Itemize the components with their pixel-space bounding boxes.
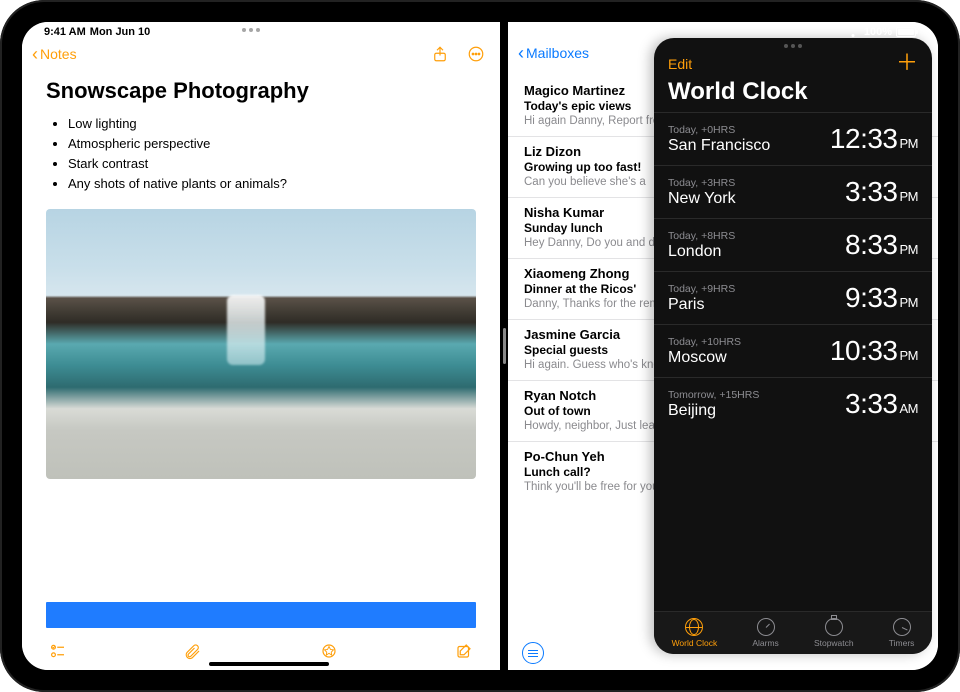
clock-city: Moscow — [668, 349, 741, 367]
clock-offset: Today, +9HRS — [668, 283, 735, 295]
clock-row[interactable]: Today, +8HRSLondon 8:33PM — [654, 218, 932, 271]
globe-icon — [685, 618, 703, 636]
attach-icon[interactable] — [183, 642, 203, 660]
list-item: Any shots of native plants or animals? — [68, 174, 476, 194]
status-bar-right: 100% — [846, 26, 916, 38]
clock-time: 9:33PM — [845, 282, 918, 314]
wifi-icon — [846, 27, 860, 37]
status-time: 9:41 AM — [44, 26, 86, 38]
tab-alarms[interactable]: Alarms — [752, 618, 778, 648]
status-bar-left: 9:41 AM Mon Jun 10 — [44, 26, 150, 38]
tab-stopwatch[interactable]: Stopwatch — [814, 618, 854, 648]
battery-text: 100% — [864, 26, 892, 38]
clock-offset: Today, +3HRS — [668, 177, 736, 189]
home-indicator[interactable] — [209, 662, 329, 666]
clock-city: Paris — [668, 296, 735, 314]
checklist-icon[interactable] — [48, 642, 68, 660]
clock-city: New York — [668, 190, 736, 208]
share-icon[interactable] — [430, 44, 450, 64]
clock-tabbar: World Clock Alarms Stopwatch Timers — [654, 611, 932, 654]
clock-time: 10:33PM — [830, 335, 918, 367]
clock-row[interactable]: Today, +9HRSParis 9:33PM — [654, 271, 932, 324]
tab-label: Stopwatch — [814, 638, 854, 648]
compose-icon[interactable] — [454, 642, 474, 660]
note-content[interactable]: Snowscape Photography Low lighting Atmos… — [22, 70, 500, 590]
tab-world-clock[interactable]: World Clock — [672, 618, 718, 648]
battery-icon — [896, 27, 916, 37]
chevron-left-icon: ‹ — [32, 45, 38, 63]
clock-row[interactable]: Today, +0HRSSan Francisco 12:33PM — [654, 112, 932, 165]
more-icon[interactable] — [466, 44, 486, 64]
list-item: Low lighting — [68, 114, 476, 134]
filter-icon[interactable] — [522, 642, 544, 664]
clock-city: San Francisco — [668, 137, 770, 155]
notes-back-button[interactable]: ‹ Notes — [32, 45, 77, 63]
clock-slideover: Edit ＋ World Clock Today, +0HRSSan Franc… — [654, 38, 932, 654]
ipad-frame: 9:41 AM Mon Jun 10 100% ‹ Notes — [0, 0, 960, 692]
multitask-dots-left[interactable] — [242, 28, 260, 32]
clock-time: 3:33PM — [845, 176, 918, 208]
world-clock-list[interactable]: Today, +0HRSSan Francisco12:33PMToday, +… — [654, 112, 932, 611]
chevron-left-icon: ‹ — [518, 44, 524, 62]
clock-row[interactable]: Today, +10HRSMoscow 10:33PM — [654, 324, 932, 377]
clock-offset: Today, +0HRS — [668, 124, 770, 136]
notes-back-label: Notes — [40, 46, 77, 62]
clock-city: London — [668, 243, 735, 261]
timer-icon — [893, 618, 911, 636]
note-title: Snowscape Photography — [46, 78, 476, 104]
tab-timers[interactable]: Timers — [889, 618, 915, 648]
mail-back-button[interactable]: ‹ Mailboxes — [518, 44, 589, 62]
notes-pane: ‹ Notes Snowscape Photography Low lighti… — [22, 22, 500, 670]
slideover-handle[interactable] — [784, 44, 802, 48]
mail-pane: ‹ Mailboxes Magico MartinezToday's epic … — [508, 22, 938, 670]
list-item: Stark contrast — [68, 154, 476, 174]
mail-back-label: Mailboxes — [526, 45, 589, 61]
status-date: Mon Jun 10 — [90, 26, 151, 38]
clock-time: 8:33PM — [845, 229, 918, 261]
note-bullet-list: Low lighting Atmospheric perspective Sta… — [46, 114, 476, 195]
markup-icon[interactable] — [319, 642, 339, 660]
sw-icon — [825, 618, 843, 636]
screen: 9:41 AM Mon Jun 10 100% ‹ Notes — [22, 22, 938, 670]
clock-offset: Today, +8HRS — [668, 230, 735, 242]
add-clock-button[interactable]: ＋ — [896, 56, 918, 72]
clock-city: Beijing — [668, 402, 759, 420]
split-view-divider[interactable] — [500, 22, 508, 670]
tab-label: Timers — [889, 638, 915, 648]
list-item: Atmospheric perspective — [68, 134, 476, 154]
clock-row[interactable]: Today, +3HRSNew York 3:33PM — [654, 165, 932, 218]
tab-label: Alarms — [752, 638, 778, 648]
tab-label: World Clock — [672, 638, 718, 648]
clock-time: 3:33AM — [845, 388, 918, 420]
clock-title: World Clock — [654, 76, 932, 112]
note-image-waterfall[interactable] — [46, 209, 476, 479]
alarm-icon — [757, 618, 775, 636]
clock-row[interactable]: Tomorrow, +15HRSBeijing 3:33AM — [654, 377, 932, 430]
clock-edit-button[interactable]: Edit — [668, 56, 692, 72]
clock-time: 12:33PM — [830, 123, 918, 155]
clock-offset: Today, +10HRS — [668, 336, 741, 348]
clock-offset: Tomorrow, +15HRS — [668, 389, 759, 401]
note-image-2-partial[interactable] — [46, 602, 476, 628]
